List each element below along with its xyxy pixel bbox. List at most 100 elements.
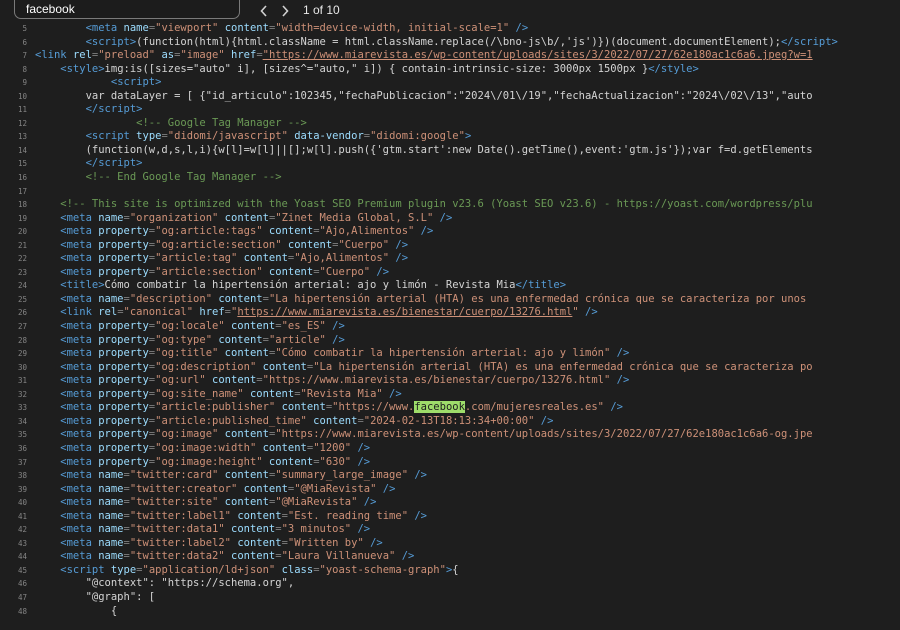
code-token: "article:published_time" (155, 414, 314, 427)
line-text: <meta property="og:image:height" content… (35, 456, 370, 470)
line-number: 29 (17, 349, 27, 359)
line-text: <!-- This site is optimized with the Yoa… (35, 198, 812, 212)
line-number: 6 (22, 37, 27, 47)
line-number: 44 (17, 552, 27, 562)
source-code-view[interactable]: 5 <meta name="viewport" content="width=d… (0, 22, 900, 630)
line-number: 10 (17, 91, 27, 101)
code-token: meta (66, 536, 99, 549)
line-text: <meta property="article:publisher" conte… (35, 401, 623, 415)
code-token: < (35, 374, 67, 387)
code-token: "Est. reading time" (287, 509, 409, 522)
chevron-left-icon (259, 4, 269, 18)
code-token: name (98, 496, 124, 509)
code-token: "twitter:creator" (129, 482, 244, 495)
code-token: "description" (129, 292, 219, 305)
line-number: 33 (17, 403, 27, 413)
code-token: content (224, 347, 269, 360)
code-token: (function(html){html.className = html.cl… (136, 35, 781, 48)
line-text: <meta property="article:tag" content="Aj… (35, 252, 408, 266)
code-token: link (41, 49, 73, 62)
code-line: 21 <meta property="og:article:section" c… (0, 239, 900, 253)
code-token: meta (66, 482, 99, 495)
code-token: < (35, 455, 67, 468)
code-token: </ (515, 279, 529, 292)
code-token: data-vendor (294, 130, 364, 143)
code-token: /> (610, 374, 630, 387)
code-token: name (98, 523, 124, 536)
code-token: property (98, 320, 149, 333)
line-number: 36 (17, 443, 27, 453)
line-text: <link rel="canonical" href="https://www.… (35, 306, 597, 320)
code-token: rel (98, 306, 118, 319)
code-token: "preload" (98, 49, 162, 62)
code-line: 29 <meta property="og:title" content="Có… (0, 347, 900, 361)
line-number: 18 (17, 200, 27, 210)
line-text: <meta property="og:title" content="Cómo … (35, 347, 629, 361)
code-token: property (98, 238, 149, 251)
find-bar: 1 of 10 (0, 0, 900, 21)
code-token: meta (66, 333, 99, 346)
find-input[interactable] (14, 0, 240, 19)
code-token: /> (363, 536, 383, 549)
code-token: content (231, 523, 276, 536)
code-token: content (287, 238, 333, 251)
code-token: content (313, 414, 358, 427)
code-token: /> (395, 550, 415, 563)
code-token: /> (534, 414, 554, 427)
code-token: property (98, 374, 149, 387)
code-token: as (161, 49, 175, 62)
line-text: <meta name="twitter:label1" content="Est… (35, 510, 427, 524)
code-token: "https://www.miarevista.es/wp-content/up… (262, 49, 813, 62)
code-token: < (35, 76, 118, 89)
code-line: 32 <meta property="og:site_name" content… (0, 388, 900, 402)
code-token: script> (98, 103, 143, 116)
code-token: "630" (319, 455, 352, 468)
line-text: <meta property="og:article:tags" content… (35, 225, 433, 239)
code-line: 31 <meta property="og:url" content="http… (0, 374, 900, 388)
code-token: "Revista Mia" (300, 387, 383, 400)
code-token: meta (66, 360, 99, 373)
code-token: meta (66, 320, 99, 333)
code-token: "1200" (313, 441, 352, 454)
code-token: meta (66, 523, 99, 536)
code-token: <!-- Google Tag Manager --> (35, 116, 307, 129)
code-token: class (281, 563, 314, 576)
code-token: "twitter:data2" (129, 550, 231, 563)
code-line: 23 <meta property="article:section" cont… (0, 266, 900, 280)
code-token: "og:image:height" (155, 455, 269, 468)
code-token: "article" (268, 333, 326, 346)
code-token: name (123, 22, 149, 34)
code-token: "didomi/javascript" (167, 130, 295, 143)
code-token: type (136, 130, 162, 143)
code-token: "@MiaRevista" (275, 496, 358, 509)
line-text: <meta name="twitter:card" content="summa… (35, 469, 427, 483)
search-match-highlight: facebook (414, 401, 465, 414)
line-text: <script type="didomi/javascript" data-ve… (35, 130, 472, 144)
line-number: 42 (17, 525, 27, 535)
code-token: /> (408, 469, 427, 482)
code-token: "@context": "https://schema.org", (35, 577, 295, 590)
code-token: "@MiaRevista" (294, 482, 377, 495)
code-line: 37 <meta property="og:image:height" cont… (0, 456, 900, 470)
previous-match-button[interactable] (255, 2, 273, 19)
code-token: "Ajo,Alimentos" (294, 252, 390, 265)
code-token: "article:tag" (155, 252, 244, 265)
code-token: "width=device-width, initial-scale=1" (275, 22, 510, 34)
code-line: 36 <meta property="og:image:width" conte… (0, 442, 900, 456)
code-line: 19 <meta name="organization" content="Zi… (0, 212, 900, 226)
code-token: < (35, 482, 67, 495)
code-line: 26 <link rel="canonical" href="https://w… (0, 306, 900, 320)
code-token: meta (66, 252, 99, 265)
code-token: "og:locale" (155, 320, 231, 333)
line-number: 37 (17, 457, 27, 467)
code-token: "viewport" (155, 22, 225, 34)
code-token: < (35, 347, 67, 360)
code-token: link (66, 306, 99, 319)
code-line: 35 <meta property="og:image" content="ht… (0, 428, 900, 442)
code-token: < (35, 306, 67, 319)
line-number: 48 (17, 606, 27, 616)
code-token: "article:publisher" (155, 401, 282, 414)
code-token: < (35, 320, 67, 333)
next-match-button[interactable] (276, 2, 294, 19)
code-token: content (218, 292, 263, 305)
